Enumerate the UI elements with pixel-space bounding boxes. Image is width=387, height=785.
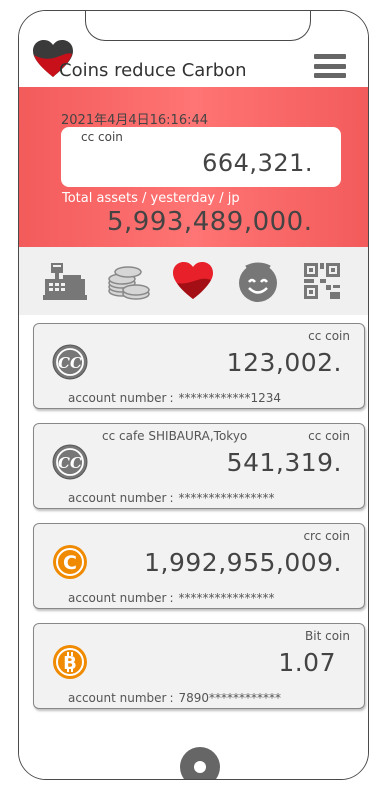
function-icon-bar xyxy=(19,247,368,315)
coin-name: cc coin xyxy=(308,429,350,443)
account-number-value: 7890************ xyxy=(178,691,282,705)
account-list: CC cc coin 123,002. account number: *****… xyxy=(19,315,368,779)
account-number-label: account number xyxy=(68,491,167,505)
account-number-label: account number xyxy=(68,691,167,705)
cc-coin-value: 664,321. xyxy=(202,149,313,177)
account-card-cc-coin[interactable]: CC cc coin 123,002. account number: *****… xyxy=(33,323,365,409)
account-number-separator: : xyxy=(169,491,174,505)
account-number-separator: : xyxy=(169,391,174,405)
svg-text:CC: CC xyxy=(58,354,82,372)
coin-name: cc coin xyxy=(308,329,350,343)
account-balance: 541,319. xyxy=(226,448,342,477)
account-balance: 1.07 xyxy=(278,648,336,677)
svg-text:C: C xyxy=(63,552,77,574)
cash-register-icon[interactable] xyxy=(42,258,88,304)
phone-notch xyxy=(85,11,311,41)
smiley-icon[interactable] xyxy=(235,258,281,304)
total-assets-caption: Total assets / yesterday / jp xyxy=(62,191,240,206)
account-balance: 1,992,955,009. xyxy=(144,548,342,577)
account-card-cc-cafe[interactable]: CC cc cafe SHIBAURA,Tokyo cc coin 541,31… xyxy=(33,423,365,509)
hamburger-menu-icon[interactable] xyxy=(314,54,346,78)
bitcoin-icon: B xyxy=(53,645,87,679)
account-card-crc-coin[interactable]: C crc coin 1,992,955,009. account number… xyxy=(33,523,365,609)
account-number-value: ************1234 xyxy=(178,391,282,405)
total-assets-value: 5,993,489,000. xyxy=(107,207,313,237)
account-number-row: account number: ************1234 xyxy=(68,391,281,405)
home-button[interactable] xyxy=(180,747,220,779)
svg-text:B: B xyxy=(63,653,77,674)
qr-code-icon[interactable] xyxy=(299,258,345,304)
cc-coin-icon: CC xyxy=(52,344,88,380)
account-number-row: account number:7890************ xyxy=(68,691,281,705)
account-card-bitcoin[interactable]: B Bit coin 1.07 account number:7890*****… xyxy=(33,623,365,709)
cc-coin-label: cc coin xyxy=(81,130,123,144)
heart-icon[interactable] xyxy=(170,258,216,304)
account-number-separator: : xyxy=(169,591,174,605)
svg-text:CC: CC xyxy=(58,454,82,472)
banner-datetime: 2021年4月4日16:16:44 xyxy=(61,113,209,128)
coin-name: crc coin xyxy=(303,529,350,543)
account-number-label: account number xyxy=(68,391,167,405)
account-number-row: account number: **************** xyxy=(68,491,275,505)
phone-frame: Coins reduce Carbon 2021年4月4日16:16:44 cc… xyxy=(18,10,369,780)
crc-coin-icon: C xyxy=(53,545,87,579)
account-number-value: **************** xyxy=(178,591,275,605)
cc-coin-summary-box[interactable]: cc coin 664,321. xyxy=(61,127,341,187)
account-number-separator: : xyxy=(169,691,174,705)
account-number-row: account number: **************** xyxy=(68,591,275,605)
store-name: cc cafe SHIBAURA,Tokyo xyxy=(102,429,248,443)
coin-name: Bit coin xyxy=(305,629,350,643)
assets-banner: 2021年4月4日16:16:44 cc coin 664,321. Total… xyxy=(19,87,368,247)
account-balance: 123,002. xyxy=(226,348,342,377)
account-number-label: account number xyxy=(68,591,167,605)
coins-stack-icon[interactable] xyxy=(106,258,152,304)
cc-coin-icon: CC xyxy=(52,444,88,480)
account-number-value: **************** xyxy=(178,491,275,505)
app-title: Coins reduce Carbon xyxy=(59,60,247,81)
